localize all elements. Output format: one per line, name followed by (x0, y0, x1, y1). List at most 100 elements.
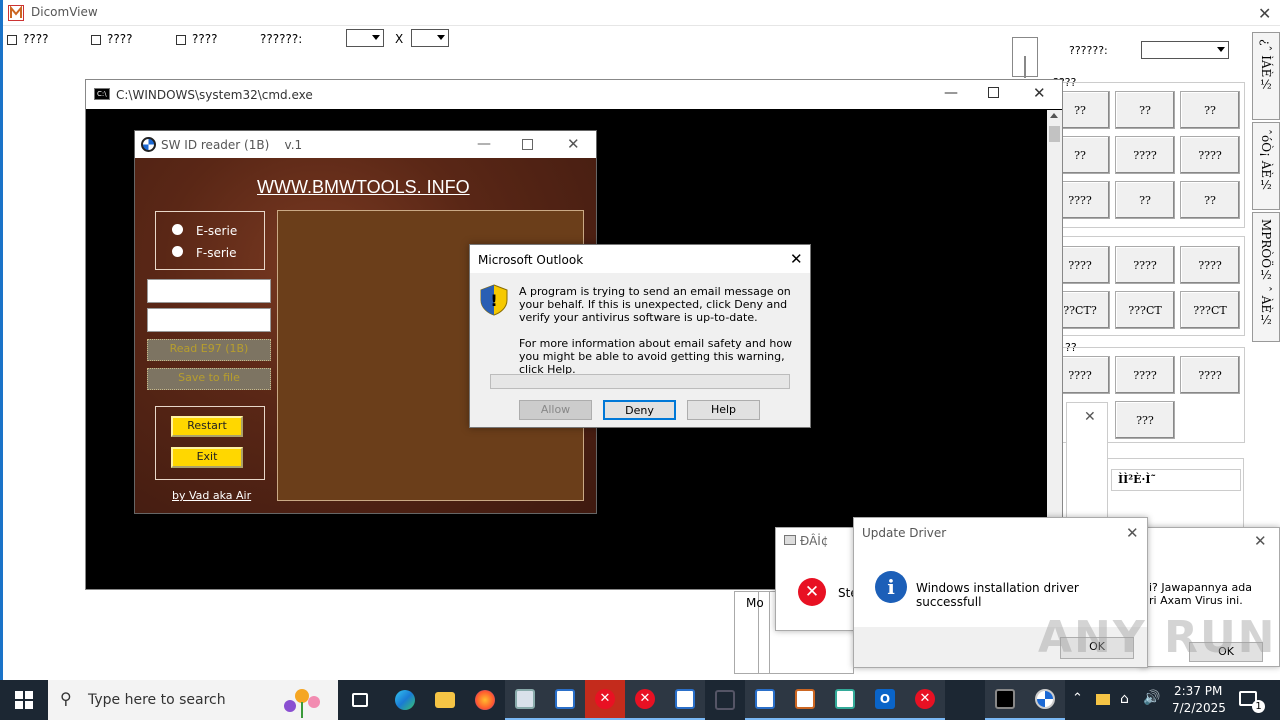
close-icon[interactable]: ✕ (1258, 4, 1271, 23)
toolbar-dropdown-1[interactable] (346, 29, 384, 47)
grid-button[interactable]: ???? (1115, 136, 1175, 174)
taskbar-app-4[interactable] (705, 680, 745, 720)
edge-icon[interactable] (385, 680, 425, 720)
tab-2[interactable]: ˆóÒ¡ ÀÈ½ (1252, 122, 1280, 210)
update-driver-title: Update Driver (862, 526, 947, 540)
credit-link[interactable]: by Vad aka Air (172, 489, 251, 502)
task-view-icon[interactable] (340, 680, 380, 720)
close-icon[interactable]: ✕ (567, 135, 580, 153)
tab-label: ¿ˆ ÌÁÈ½ (1259, 39, 1273, 92)
scroll-thumb[interactable] (1049, 126, 1060, 142)
save-button[interactable]: Save to file (147, 368, 271, 390)
network-icon[interactable]: ⌂ (1120, 691, 1129, 707)
firefox-icon[interactable] (465, 680, 505, 720)
restart-button[interactable]: Restart (171, 416, 243, 437)
scroll-up-icon[interactable] (1050, 113, 1058, 118)
bg-text: Mo (746, 596, 764, 610)
windows-icon (15, 691, 33, 709)
grid-button[interactable]: ?? (1180, 181, 1240, 219)
radio-label: E-serie (196, 224, 238, 238)
checkbox-label: ???? (23, 32, 49, 46)
grid-button[interactable]: ???? (1115, 356, 1175, 394)
tab-label: ˆóÒ¡ ÀÈ½ (1259, 129, 1273, 193)
right-label: ??????: (1069, 44, 1108, 57)
clock-date[interactable]: 7/2/2025 (1172, 701, 1226, 715)
chevron-up-icon[interactable]: ⌃ (1072, 691, 1083, 706)
grid-button[interactable]: ?? (1115, 181, 1175, 219)
taskbar-error-app-2[interactable]: ✕ (625, 680, 665, 720)
right-dropdown[interactable] (1141, 41, 1229, 59)
outlook-help-text: For more information about email safety … (519, 337, 793, 376)
grid-button[interactable]: ???CT (1115, 291, 1175, 329)
volume-icon[interactable]: 🔊 (1143, 690, 1160, 706)
grid-button[interactable]: ???? (1180, 356, 1240, 394)
start-button[interactable] (4, 680, 44, 720)
notification-count: 1 (1252, 700, 1265, 713)
close-icon[interactable]: ✕ (1254, 532, 1267, 550)
serie-group: E-serie F-serie (155, 211, 265, 270)
grid-button[interactable]: ??? (1115, 401, 1175, 439)
cmd-taskbar-icon[interactable] (985, 680, 1025, 720)
minimize-icon[interactable]: — (477, 136, 491, 152)
close-icon[interactable]: ✕ (1084, 409, 1096, 425)
maximize-icon[interactable] (988, 87, 999, 98)
bmw-logo-icon (141, 137, 156, 152)
slider-handle[interactable] (1012, 37, 1038, 78)
error-icon: ✕ (798, 578, 826, 606)
flowers-icon (268, 684, 328, 718)
toolbar-checkbox-1[interactable]: ???? (7, 32, 48, 46)
exit-button[interactable]: Exit (171, 447, 243, 468)
grid-button[interactable]: ???? (1180, 136, 1240, 174)
clock-time[interactable]: 2:37 PM (1174, 684, 1222, 698)
taskbar-app-3[interactable] (665, 680, 705, 720)
table-header: ÌÌ²È·Ì˜ (1111, 469, 1241, 491)
control-group: Restart Exit (155, 406, 265, 480)
swid-titlebar: SW ID reader (1B) v.1 — ✕ (135, 131, 596, 158)
taskbar-app-1[interactable] (505, 680, 545, 720)
grid-button[interactable]: ???? (1180, 246, 1240, 284)
close-icon[interactable]: ✕ (1126, 524, 1139, 542)
radio-e-serie[interactable] (172, 224, 183, 238)
grid-button[interactable]: ?? (1115, 91, 1175, 129)
toolbar-checkbox-3[interactable]: ???? (176, 32, 217, 46)
bmw-taskbar-icon[interactable] (1025, 680, 1065, 720)
grid-button[interactable]: ???? (1115, 246, 1175, 284)
search-box[interactable]: ⚲ Type here to search (48, 680, 338, 720)
radio-f-serie[interactable] (172, 246, 183, 260)
taskbar: ⚲ Type here to search ✕ ✕ O ✕ ⌃ ⌂ 🔊 2:37… (0, 680, 1280, 720)
taskbar-app-6[interactable] (825, 680, 865, 720)
radio-label: F-serie (196, 246, 237, 260)
taskbar-app-5[interactable] (745, 680, 785, 720)
outlook-titlebar: Microsoft Outlook ✕ (470, 245, 810, 273)
tab-3[interactable]: MPRÒÖ½ ˆ ÀÈ½ (1252, 212, 1280, 342)
taskbar-app-2[interactable] (545, 680, 585, 720)
deny-button[interactable]: Deny (603, 400, 676, 420)
toolbar-dropdown-2[interactable] (411, 29, 449, 47)
help-button[interactable]: Help (687, 400, 760, 420)
close-icon[interactable]: ✕ (790, 250, 803, 268)
tab-label: MPRÒÖ½ ˆ ÀÈ½ (1259, 219, 1273, 328)
input-field-2[interactable] (147, 308, 271, 332)
file-explorer-icon[interactable] (425, 680, 465, 720)
grid-button[interactable]: ???CT (1180, 291, 1240, 329)
outlook-taskbar-icon[interactable]: O (865, 680, 905, 720)
toolbar-checkbox-2[interactable]: ???? (91, 32, 132, 46)
taskbar-error-app-3[interactable]: ✕ (905, 680, 945, 720)
search-placeholder: Type here to search (88, 692, 226, 708)
maximize-icon[interactable] (522, 139, 533, 150)
toolbar-label: ??????: (260, 32, 303, 46)
minimize-icon[interactable]: — (944, 85, 958, 101)
taskbar-error-app-1[interactable]: ✕ (585, 680, 625, 720)
dicomview-taskbar-icon[interactable] (785, 680, 825, 720)
input-field-1[interactable] (147, 279, 271, 303)
tab-1[interactable]: ¿ˆ ÌÁÈ½ (1252, 32, 1280, 120)
grid-button[interactable]: ?? (1180, 91, 1240, 129)
folder-tray-icon[interactable] (1096, 694, 1110, 705)
cmd-titlebar: C:\ C:\WINDOWS\system32\cmd.exe — ✕ (86, 80, 1062, 109)
allow-button[interactable]: Allow (519, 400, 592, 420)
close-icon[interactable]: ✕ (1033, 84, 1046, 102)
update-driver-message: Windows installation driver successfull (916, 581, 1079, 609)
read-button[interactable]: Read E97 (1B) (147, 339, 271, 361)
swid-title: SW ID reader (1B) v.1 (161, 138, 303, 152)
site-link[interactable]: WWW.BMWTOOLS. INFO (257, 177, 470, 198)
